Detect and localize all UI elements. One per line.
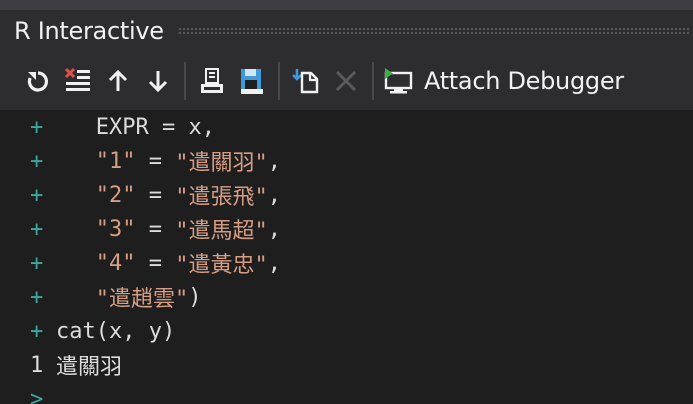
string-literal: "遣關羽"	[175, 151, 268, 176]
console-line: + "1" = "遣關羽",	[0, 144, 693, 178]
string-literal: "遣趙雲"	[95, 287, 189, 312]
string-literal: "遣張飛"	[175, 185, 268, 210]
string-literal: "4"	[95, 250, 136, 276]
save-workspace-icon	[241, 69, 263, 94]
console-output: 遣關羽	[56, 355, 123, 380]
string-literal: "3"	[95, 216, 136, 242]
history-up-button[interactable]	[98, 59, 138, 103]
continuation-prompt: +	[30, 182, 44, 208]
close-icon	[335, 70, 357, 92]
code-text: =	[135, 148, 176, 174]
toolbar: Attach Debugger	[0, 52, 693, 110]
string-literal: "2"	[95, 182, 136, 208]
drag-grip[interactable]	[177, 26, 689, 36]
string-literal: "遣黃忠"	[175, 253, 268, 278]
window-top-border	[0, 0, 693, 10]
code-text: ,	[267, 182, 281, 208]
continuation-prompt: +	[30, 114, 44, 140]
history-down-button[interactable]	[138, 59, 178, 103]
code-text: cat(x, y)	[56, 318, 176, 344]
toolbar-separator	[184, 62, 186, 100]
code-text: )	[188, 284, 202, 310]
reset-button[interactable]	[18, 59, 58, 103]
continuation-prompt: +	[30, 216, 44, 242]
reset-icon	[27, 71, 48, 92]
attach-debugger-label: Attach Debugger	[424, 67, 624, 95]
continuation-prompt: +	[30, 250, 44, 276]
console-line: 1 遣關羽	[0, 348, 693, 382]
code-text: =	[135, 216, 176, 242]
console-line: + "3" = "遣馬超",	[0, 212, 693, 246]
continuation-prompt: +	[30, 284, 44, 310]
console-line: + EXPR = x,	[0, 110, 693, 144]
repl-console[interactable]: + EXPR = x, + "1" = "遣關羽", + "2" = "遣張飛", +…	[0, 110, 693, 404]
console-line: >	[0, 382, 693, 404]
code-text: ,	[267, 216, 281, 242]
code-text: EXPR = x,	[56, 114, 215, 140]
arrow-down-icon	[148, 71, 168, 93]
string-literal: "遣馬超"	[175, 219, 268, 244]
console-line: + "2" = "遣張飛",	[0, 178, 693, 212]
set-directory-button[interactable]	[286, 59, 326, 103]
set-directory-icon	[292, 69, 319, 94]
clear-icon	[64, 67, 90, 91]
console-line: + "遣趙雲")	[0, 280, 693, 314]
console-line: + cat(x, y)	[0, 314, 693, 348]
console-line: + "4" = "遣黃忠",	[0, 246, 693, 280]
code-text: ,	[267, 148, 281, 174]
save-workspace-button[interactable]	[232, 59, 272, 103]
string-literal: "1"	[95, 148, 136, 174]
window-title: R Interactive	[14, 17, 164, 45]
toolbar-separator	[372, 62, 374, 100]
continuation-prompt: +	[30, 148, 44, 174]
attach-debugger-button[interactable]: Attach Debugger	[380, 67, 624, 95]
load-workspace-button[interactable]	[192, 59, 232, 103]
attach-debugger-icon	[384, 68, 413, 94]
input-prompt: >	[30, 386, 44, 404]
code-text: =	[135, 182, 176, 208]
arrow-up-icon	[108, 69, 128, 91]
load-workspace-icon	[201, 68, 223, 93]
continuation-prompt: 1	[30, 352, 44, 378]
clear-button[interactable]	[58, 59, 98, 103]
code-text: ,	[267, 250, 281, 276]
toolbar-separator	[278, 62, 280, 100]
interrupt-button[interactable]	[326, 59, 366, 103]
continuation-prompt: +	[30, 318, 44, 344]
tool-window-titlebar[interactable]: R Interactive	[0, 10, 693, 52]
code-text: =	[135, 250, 176, 276]
